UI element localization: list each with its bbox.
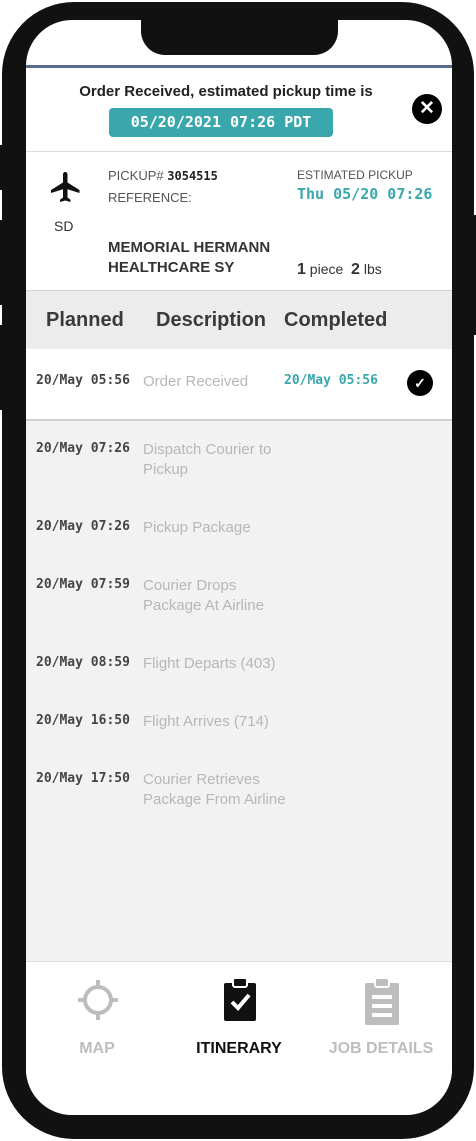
bottom-navigation: MAP ITINERARY JOB DETAILS xyxy=(26,961,452,1115)
completed-time: 20/May 05:56 xyxy=(284,373,378,388)
step-description: Dispatch Courier to Pickup xyxy=(143,441,272,478)
reference-label: REFERENCE: xyxy=(108,190,192,205)
step-description: Courier Retrieves Package From Airline xyxy=(143,771,286,808)
clipboard-list-icon xyxy=(365,978,399,1025)
nav-map[interactable]: MAP xyxy=(26,962,168,1082)
planned-time: 20/May 16:50 xyxy=(36,713,130,728)
station-code: SD xyxy=(54,218,74,234)
phone-side-button xyxy=(472,215,476,335)
nav-itinerary[interactable]: ITINERARY xyxy=(168,962,310,1082)
company-name: MEMORIAL HERMANN HEALTHCARE SY xyxy=(108,238,298,278)
shipment-summary: SD PICKUP# 3054515 REFERENCE: ESTIMATED … xyxy=(26,151,452,291)
nav-itinerary-label: ITINERARY xyxy=(196,1040,282,1057)
itinerary-pending-list: 20/May 07:26 Dispatch Courier to Pickup … xyxy=(26,421,452,961)
planned-time: 20/May 07:26 xyxy=(36,519,130,534)
planned-time: 20/May 07:59 xyxy=(36,577,130,592)
planned-time: 20/May 17:50 xyxy=(36,771,130,786)
nav-job-details-label: JOB DETAILS xyxy=(328,1040,434,1057)
company-name-line1: MEMORIAL HERMANN xyxy=(108,239,271,256)
app-screen: Order Received, estimated pickup time is… xyxy=(26,20,452,1115)
column-description: Description xyxy=(156,309,267,331)
crosshair-icon xyxy=(78,980,118,1020)
nav-map-label: MAP xyxy=(79,1040,115,1057)
close-icon[interactable]: ✕ xyxy=(412,94,442,124)
estimated-pickup-label: ESTIMATED PICKUP xyxy=(297,168,413,182)
itinerary-row-order-received: 20/May 05:56 Order Received 20/May 05:56… xyxy=(26,349,452,421)
pieces-count: 1 xyxy=(297,261,306,278)
weight-value: 2 xyxy=(351,261,360,278)
step-description: Flight Departs (403) xyxy=(143,655,276,672)
company-name-line2: HEALTHCARE SY xyxy=(108,259,235,276)
phone-side-button xyxy=(0,220,4,305)
status-banner: Order Received, estimated pickup time is… xyxy=(26,68,452,151)
pickup-number-row: PICKUP# 3054515 xyxy=(108,168,218,183)
pickup-label: PICKUP# xyxy=(108,168,164,183)
pieces-weight: 1 piece 2 lbs xyxy=(297,261,382,279)
itinerary-column-header: Planned Description Completed xyxy=(26,290,452,350)
step-description: Order Received xyxy=(143,373,249,390)
phone-side-button xyxy=(0,325,4,410)
planned-time: 20/May 08:59 xyxy=(36,655,130,670)
clipboard-check-icon xyxy=(224,978,256,1021)
step-description: Pickup Package xyxy=(143,519,251,536)
airplane-icon xyxy=(51,172,80,202)
phone-side-button xyxy=(0,145,4,190)
planned-time: 20/May 07:26 xyxy=(36,441,130,456)
estimated-pickup-value: Thu 05/20 07:26 xyxy=(297,185,433,203)
status-message: Order Received, estimated pickup time is xyxy=(79,83,373,100)
step-description: Flight Arrives (714) xyxy=(143,713,269,730)
pieces-label: piece xyxy=(309,261,344,277)
pickup-time-badge: 05/20/2021 07:26 PDT xyxy=(109,108,333,137)
nav-job-details[interactable]: JOB DETAILS xyxy=(310,962,452,1082)
pickup-number: 3054515 xyxy=(167,169,218,183)
column-planned: Planned xyxy=(46,309,124,331)
column-completed: Completed xyxy=(284,309,388,331)
check-circle-icon: ✓ xyxy=(407,370,433,396)
step-description: Courier Drops Package At Airline xyxy=(143,577,264,614)
weight-unit: lbs xyxy=(363,261,382,277)
phone-notch xyxy=(141,20,338,55)
planned-time: 20/May 05:56 xyxy=(36,373,130,388)
